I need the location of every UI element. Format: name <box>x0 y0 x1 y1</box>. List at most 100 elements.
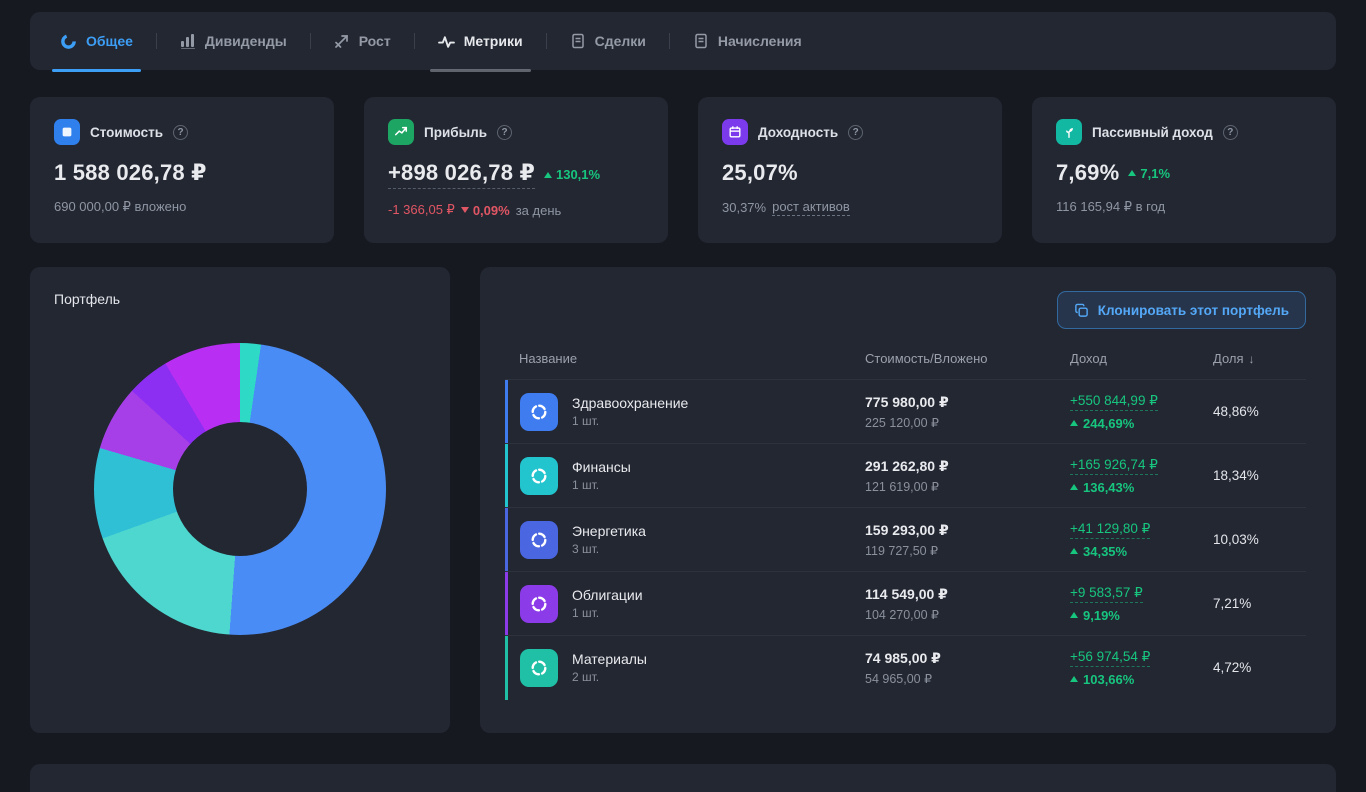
yield-value: 25,07% <box>722 160 798 185</box>
value-card: Стоимость ? 1 588 026,78 ₽ 690 000,00 ₽ … <box>30 97 334 243</box>
table-row[interactable]: Облигации 1 шт. 114 549,00 ₽ 104 270,00 … <box>505 571 1306 636</box>
asset-income[interactable]: +165 926,74 ₽ <box>1070 457 1158 475</box>
portfolio-value: 1 588 026,78 ₽ <box>54 160 207 185</box>
help-icon[interactable]: ? <box>497 124 512 140</box>
tab-general[interactable]: Общее <box>52 12 141 72</box>
card-title: Доходность <box>758 124 839 140</box>
next-section-panel <box>30 764 1336 792</box>
portfolio-panel: Портфель <box>30 267 450 733</box>
arrow-up-icon <box>1070 548 1078 554</box>
sector-logo-icon <box>520 584 558 623</box>
asset-value: 775 980,00 ₽ <box>865 393 949 410</box>
asset-share: 10,03% <box>1213 532 1259 547</box>
sprout-icon <box>1056 119 1082 145</box>
tab-separator <box>668 33 670 49</box>
asset-income-pct: 136,43% <box>1070 480 1213 495</box>
arrow-up-icon <box>1128 170 1137 176</box>
portfolio-donut[interactable] <box>94 343 386 635</box>
table-row[interactable]: Здравоохранение 1 шт. 775 980,00 ₽ 225 1… <box>505 379 1306 444</box>
asset-invested: 104 270,00 ₽ <box>865 607 939 622</box>
header-share[interactable]: Доля ↓ <box>1213 351 1306 366</box>
wallet-icon <box>54 119 80 145</box>
asset-name: Энергетика <box>572 523 646 539</box>
table-row[interactable]: Энергетика 3 шт. 159 293,00 ₽ 119 727,50… <box>505 507 1306 572</box>
portfolio-title: Портфель <box>54 291 121 307</box>
asset-income-pct: 34,35% <box>1070 544 1213 559</box>
tab-dividends[interactable]: Дивиденды <box>176 12 291 70</box>
asset-income[interactable]: +550 844,99 ₽ <box>1070 393 1158 411</box>
sector-logo-icon <box>520 648 558 687</box>
asset-value: 159 293,00 ₽ <box>865 521 949 538</box>
day-suffix: за день <box>515 202 562 218</box>
row-accent-strip <box>505 636 508 700</box>
asset-name: Здравоохранение <box>572 395 689 411</box>
table-row[interactable]: Материалы 2 шт. 74 985,00 ₽ 54 965,00 ₽ … <box>505 635 1306 700</box>
asset-qty: 1 шт. <box>572 606 600 620</box>
tab-accruals[interactable]: Начисления <box>689 12 806 70</box>
document-icon <box>693 33 709 49</box>
tab-growth[interactable]: Рост <box>330 12 395 70</box>
document-icon <box>570 33 586 49</box>
stat-cards-row: Стоимость ? 1 588 026,78 ₽ 690 000,00 ₽ … <box>30 97 1336 243</box>
asset-invested: 119 727,50 ₽ <box>865 543 939 558</box>
row-accent-strip <box>505 572 508 636</box>
passive-income-change: 7,1% <box>1128 166 1170 181</box>
table-row[interactable]: Финансы 1 шт. 291 262,80 ₽ 121 619,00 ₽ … <box>505 443 1306 508</box>
help-icon[interactable]: ? <box>1222 124 1238 140</box>
tab-label: Метрики <box>463 33 523 49</box>
arrow-up-icon <box>1070 676 1078 682</box>
clone-portfolio-button[interactable]: Клонировать этот портфель <box>1056 291 1306 329</box>
asset-qty: 2 шт. <box>572 670 600 684</box>
asset-income[interactable]: +9 583,57 ₽ <box>1070 585 1143 603</box>
assets-growth-link[interactable]: рост активов <box>772 199 850 216</box>
asset-qty: 1 шт. <box>572 414 600 428</box>
sort-desc-icon[interactable]: ↓ <box>1249 352 1255 366</box>
yearly-income: 116 165,94 ₽ в год <box>1056 199 1166 214</box>
main-area: Портфель Клонировать этот портфель Назва… <box>30 267 1336 733</box>
sector-logo-icon <box>520 520 558 559</box>
arrow-down-icon <box>460 207 469 213</box>
asset-name: Финансы <box>572 459 631 475</box>
copy-icon <box>1074 303 1089 318</box>
sector-logo-icon <box>520 456 558 495</box>
tab-label: Дивиденды <box>204 33 287 49</box>
tab-metrics[interactable]: Метрики <box>429 12 531 72</box>
tab-separator <box>155 33 157 49</box>
tab-bar: Общее Дивиденды Рост Метрики Сделки Начи… <box>30 12 1336 72</box>
tab-trades[interactable]: Сделки <box>566 12 650 70</box>
asset-invested: 54 965,00 ₽ <box>865 671 933 686</box>
help-icon[interactable]: ? <box>848 124 864 140</box>
header-value[interactable]: Стоимость/Вложено <box>865 351 1070 366</box>
passive-income-card: Пассивный доход ? 7,69% 7,1% 116 165,94 … <box>1032 97 1336 243</box>
activity-pulse-icon <box>437 33 455 50</box>
card-title: Прибыль <box>424 124 487 140</box>
header-name[interactable]: Название <box>505 351 865 366</box>
asset-share: 7,21% <box>1213 596 1252 611</box>
profit-value[interactable]: +898 026,78 ₽ <box>388 160 535 189</box>
passive-income-value: 7,69% <box>1056 160 1120 185</box>
header-income[interactable]: Доход <box>1070 351 1213 366</box>
bar-chart-icon <box>180 33 196 49</box>
asset-income-pct: 244,69% <box>1070 416 1213 431</box>
asset-name: Материалы <box>572 651 647 667</box>
yield-card: Доходность ? 25,07% 30,37% рост активов <box>698 97 1002 243</box>
asset-income[interactable]: +56 974,54 ₽ <box>1070 649 1151 667</box>
tab-separator <box>309 33 311 49</box>
day-loss-amount: -1 366,05 ₽ <box>388 202 455 217</box>
holdings-panel: Клонировать этот портфель Название Стоим… <box>480 267 1336 733</box>
asset-income[interactable]: +41 129,80 ₽ <box>1070 521 1151 539</box>
card-title: Стоимость <box>90 124 164 140</box>
asset-value: 74 985,00 ₽ <box>865 649 941 666</box>
asset-income-pct: 9,19% <box>1070 608 1213 623</box>
card-title: Пассивный доход <box>1092 124 1213 140</box>
line-chart-icon <box>388 119 414 145</box>
help-icon[interactable]: ? <box>173 124 189 140</box>
table-header: Название Стоимость/Вложено Доход Доля ↓ <box>505 351 1306 379</box>
asset-qty: 3 шт. <box>572 542 600 556</box>
calendar-icon <box>722 119 748 145</box>
sector-logo-icon <box>520 392 558 431</box>
arrow-up-icon <box>543 171 552 178</box>
asset-invested: 225 120,00 ₽ <box>865 415 939 430</box>
asset-income-pct: 103,66% <box>1070 672 1213 687</box>
arrow-up-icon <box>1070 420 1078 426</box>
